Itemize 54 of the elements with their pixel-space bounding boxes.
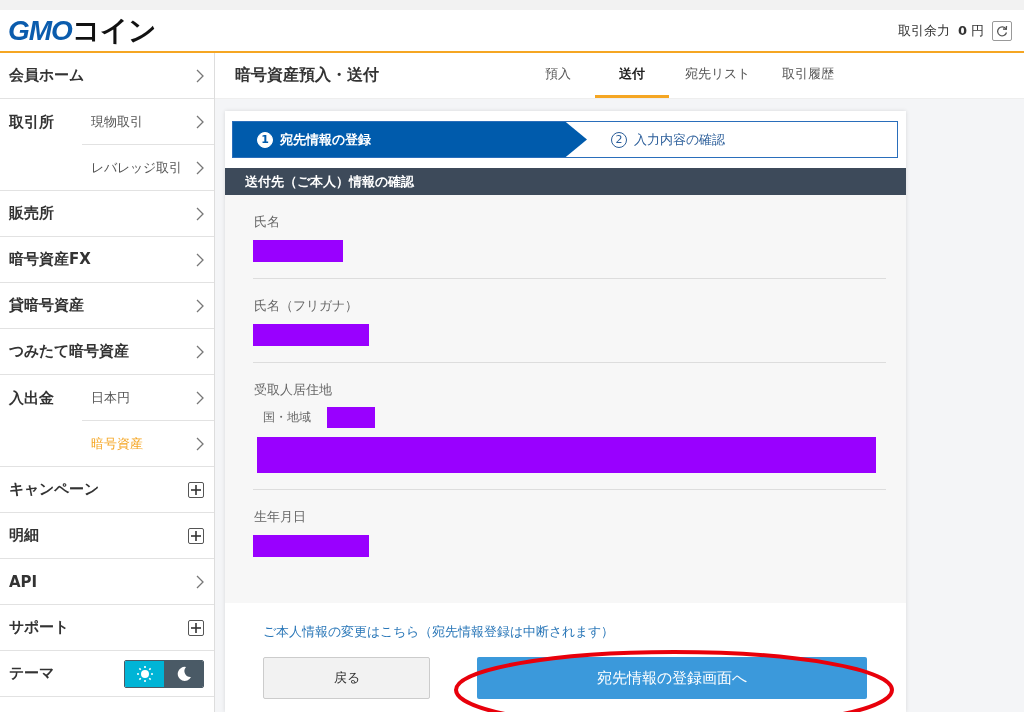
plus-icon[interactable] xyxy=(188,527,204,544)
sidebar-group-label: 入出金 xyxy=(8,388,55,409)
field-sublabel: 国・地域 xyxy=(263,409,311,426)
chevron-right-icon xyxy=(196,206,204,221)
field-label: 生年月日 xyxy=(253,508,307,526)
chevron-right-icon xyxy=(196,344,204,359)
chevron-right-icon xyxy=(196,114,204,129)
tab[interactable]: 取引履歴 xyxy=(766,53,850,98)
field-label: 氏名（フリガナ） xyxy=(253,297,359,315)
sidebar-item[interactable]: 明細 xyxy=(9,526,39,545)
sun-icon[interactable] xyxy=(125,660,164,687)
sidebar-item[interactable]: 貸暗号資産 xyxy=(0,283,214,329)
field-label: 氏名 xyxy=(253,213,281,231)
field-label: 受取人居住地 xyxy=(253,381,333,399)
chevron-right-icon xyxy=(196,298,204,313)
balance-label: 取引余力 xyxy=(897,21,950,40)
plus-icon[interactable] xyxy=(188,481,204,498)
theme-toggle[interactable] xyxy=(124,659,204,688)
balance-unit: 円 xyxy=(971,21,984,40)
chevron-right-icon xyxy=(196,160,204,175)
sidebar-item[interactable]: キャンペーン xyxy=(9,480,99,499)
refresh-icon xyxy=(996,24,1008,37)
tab[interactable]: 預入 xyxy=(521,53,595,98)
step-label: 入力内容の確認 xyxy=(634,130,725,149)
sidebar-item[interactable]: つみたて暗号資産 xyxy=(0,329,214,375)
balance-value: 0 xyxy=(957,23,967,38)
sidebar-subitem[interactable]: 現物取引 xyxy=(82,99,214,144)
change-info-link[interactable]: ご本人情報の変更はこちら（宛先情報登録は中断されます） xyxy=(263,623,614,641)
page-title: 暗号資産預入・送付 xyxy=(234,65,380,86)
plus-icon[interactable] xyxy=(188,619,204,636)
chevron-right-icon xyxy=(196,390,204,405)
step-number: 1 xyxy=(257,131,273,148)
sidebar-item[interactable]: 販売所 xyxy=(0,191,214,237)
sidebar-item[interactable]: API xyxy=(0,559,214,605)
redaction-block xyxy=(327,407,375,428)
refresh-button[interactable] xyxy=(992,20,1012,41)
sidebar-item[interactable]: 会員ホーム xyxy=(0,53,214,99)
logo[interactable]: GMOコイン xyxy=(8,11,156,50)
chevron-right-icon xyxy=(196,68,204,83)
sidebar-item: テーマ xyxy=(9,664,54,683)
tab[interactable]: 送付 xyxy=(595,53,669,98)
chevron-right-icon xyxy=(196,574,204,589)
back-button[interactable]: 戻る xyxy=(263,657,430,699)
sidebar-item[interactable]: サポート xyxy=(9,618,69,637)
sidebar-group-label: 取引所 xyxy=(8,112,55,133)
moon-icon[interactable] xyxy=(164,660,203,687)
step-label: 宛先情報の登録 xyxy=(280,130,371,149)
sidebar-item[interactable]: 暗号資産FX xyxy=(0,237,214,283)
sidebar-subitem[interactable]: 日本円 xyxy=(82,375,214,420)
chevron-right-icon xyxy=(196,252,204,267)
chevron-right-icon xyxy=(196,436,204,451)
sidebar-subitem[interactable]: レバレッジ取引 xyxy=(82,144,214,190)
tab[interactable]: 宛先リスト xyxy=(669,53,766,98)
section-header: 送付先（ご本人）情報の確認 xyxy=(225,168,906,195)
